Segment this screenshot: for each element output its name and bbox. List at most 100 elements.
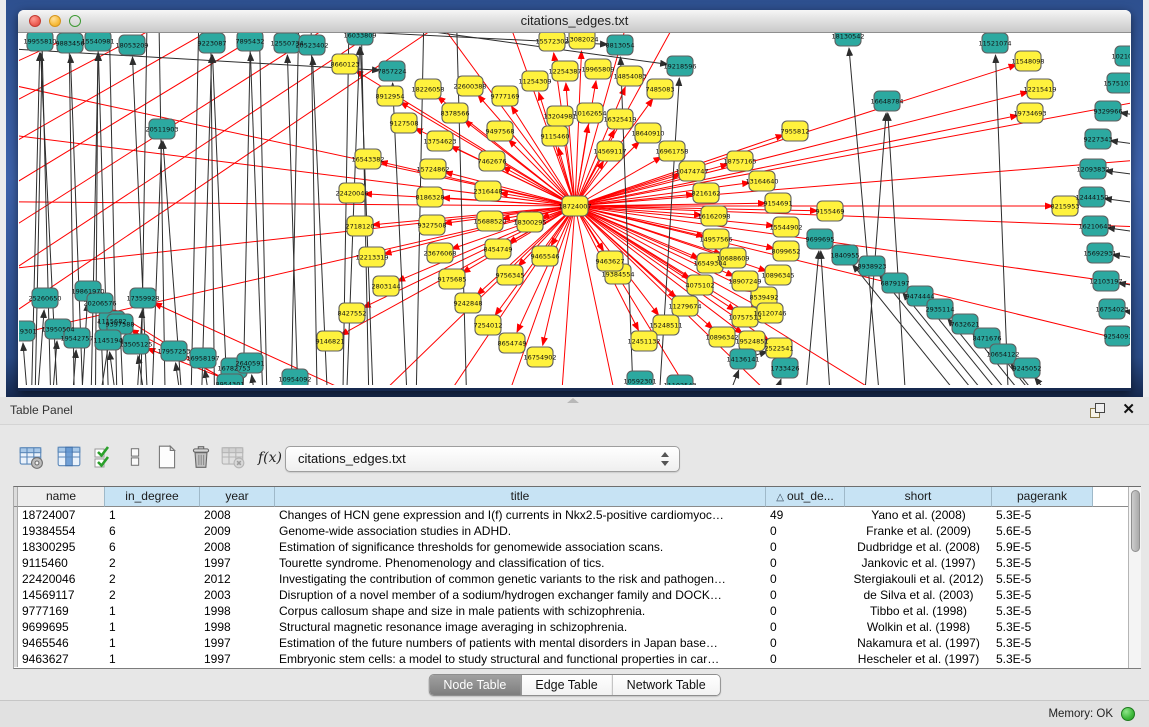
table-cell[interactable]: 5.3E-5 — [992, 507, 1093, 523]
network-edge[interactable] — [575, 81, 1130, 206]
table-cell[interactable]: Jankovic et al. (1997) — [845, 555, 992, 571]
table-cell[interactable]: Stergiakouli et al. (2012) — [845, 571, 992, 587]
table-cell[interactable]: 2 — [105, 587, 200, 603]
table-cell[interactable]: Dudbridge et al. (2008) — [845, 539, 992, 555]
table-cell[interactable]: 2 — [105, 555, 200, 571]
table-cell[interactable]: 1 — [105, 603, 200, 619]
table-cell[interactable]: 2003 — [200, 587, 275, 603]
table-cell[interactable]: 2008 — [200, 539, 275, 555]
table-row[interactable]: 1830029562008Estimation of significance … — [14, 539, 1141, 555]
tab-network-table[interactable]: Network Table — [613, 675, 720, 695]
network-edge[interactable] — [800, 251, 819, 385]
table-cell[interactable]: 0 — [766, 587, 845, 603]
close-window-button[interactable] — [29, 15, 41, 27]
table-cell[interactable]: de Silva et al. (2003) — [845, 587, 992, 603]
column-header-in_degree[interactable]: in_degree — [105, 487, 200, 507]
column-header-out_de[interactable]: △out_de... — [766, 487, 845, 507]
table-cell[interactable]: 1 — [105, 507, 200, 523]
network-edge[interactable] — [287, 55, 300, 385]
memory-ok-indicator[interactable] — [1121, 707, 1135, 721]
column-header-year[interactable]: year — [200, 487, 275, 507]
table-cell[interactable]: Wolkin et al. (1998) — [845, 619, 992, 635]
table-cell[interactable]: 1997 — [200, 635, 275, 651]
table-cell[interactable]: 5.3E-5 — [992, 555, 1093, 571]
table-cell[interactable]: 0 — [766, 651, 845, 667]
network-edge[interactable] — [290, 33, 300, 385]
table-cell[interactable]: 1997 — [200, 651, 275, 667]
select-all-button[interactable] — [90, 443, 120, 473]
table-cell[interactable]: 5.3E-5 — [992, 635, 1093, 651]
table-cell[interactable]: 14569117 — [18, 587, 105, 603]
network-edge[interactable] — [110, 352, 120, 385]
table-cell[interactable]: 0 — [766, 555, 845, 571]
table-cell[interactable]: Nakamura et al. (1997) — [845, 635, 992, 651]
zoom-window-button[interactable] — [69, 15, 81, 27]
unselect-all-button[interactable] — [120, 443, 150, 473]
table-cell[interactable]: 0 — [766, 539, 845, 555]
table-scrollbar[interactable] — [1128, 487, 1141, 668]
network-edge[interactable] — [242, 33, 252, 385]
table-cell[interactable]: Corpus callosum shape and size in male p… — [275, 603, 766, 619]
table-row[interactable]: 977716911998Corpus callosum shape and si… — [14, 603, 1141, 619]
network-edge[interactable] — [252, 375, 260, 385]
table-row[interactable]: 1456911722003Disruption of a novel membe… — [14, 587, 1141, 603]
table-cell[interactable]: 1 — [105, 651, 200, 667]
network-edge[interactable] — [575, 206, 1130, 231]
table-settings-button[interactable] — [16, 443, 46, 473]
table-cell[interactable]: 2012 — [200, 571, 275, 587]
network-edge[interactable] — [700, 370, 739, 385]
table-row[interactable]: 969969511998Structural magnetic resonanc… — [14, 619, 1141, 635]
function-builder-button[interactable]: f(x) — [252, 443, 288, 473]
network-edge[interactable] — [445, 172, 575, 206]
network-edge[interactable] — [1035, 377, 1130, 385]
network-edge[interactable] — [70, 350, 76, 385]
table-cell[interactable]: 5.3E-5 — [992, 603, 1093, 619]
minimize-window-button[interactable] — [49, 15, 61, 27]
column-header-short[interactable]: short — [845, 487, 992, 507]
table-cell[interactable]: 9115460 — [18, 555, 105, 571]
table-cell[interactable]: Franke et al. (2009) — [845, 523, 992, 539]
network-edge[interactable] — [745, 379, 781, 385]
table-cell[interactable]: 5.3E-5 — [992, 619, 1093, 635]
network-edge[interactable] — [213, 55, 231, 385]
table-cell[interactable]: 1998 — [200, 619, 275, 635]
table-cell[interactable]: 0 — [766, 603, 845, 619]
table-cell[interactable]: 1 — [105, 635, 200, 651]
table-cell[interactable]: 5.5E-5 — [992, 571, 1093, 587]
column-header-pagerank[interactable]: pagerank — [992, 487, 1093, 507]
table-row[interactable]: 1938455462009Genome-wide association stu… — [14, 523, 1141, 539]
network-edge[interactable] — [575, 206, 1130, 371]
delete-entries-button[interactable] — [186, 443, 216, 473]
network-canvas[interactable]: 1872400786601238912954182260589127508165… — [19, 33, 1130, 385]
table-cell[interactable]: Tourette syndrome. Phenomenology and cla… — [275, 555, 766, 571]
table-cell[interactable]: 2009 — [200, 523, 275, 539]
table-select-dropdown[interactable]: citations_edges.txt — [285, 446, 680, 472]
table-cell[interactable]: Hescheler et al. (1997) — [845, 651, 992, 667]
table-cell[interactable]: Embryonic stem cells: a model to study s… — [275, 651, 766, 667]
window-titlebar[interactable]: citations_edges.txt — [18, 10, 1131, 33]
table-cell[interactable]: Disruption of a novel member of a sodium… — [275, 587, 766, 603]
new-table-button[interactable] — [152, 443, 182, 473]
table-cell[interactable]: 18300295 — [18, 539, 105, 555]
network-edge[interactable] — [190, 33, 200, 385]
table-cell[interactable]: Investigating the contribution of common… — [275, 571, 766, 587]
table-cell[interactable]: Changes of HCN gene expression and I(f) … — [275, 507, 766, 523]
network-edge[interactable] — [1110, 141, 1130, 153]
table-row[interactable]: 911546021997Tourette syndrome. Phenomeno… — [14, 555, 1141, 571]
network-edge[interactable] — [23, 343, 30, 385]
column-header-title[interactable]: title — [275, 487, 766, 507]
table-cell[interactable]: 0 — [766, 619, 845, 635]
table-cell[interactable]: 6 — [105, 523, 200, 539]
table-cell[interactable]: 2008 — [200, 507, 275, 523]
table-cell[interactable]: Estimation of the future numbers of pati… — [275, 635, 766, 651]
table-cell[interactable]: 19384554 — [18, 523, 105, 539]
table-cell[interactable]: 6 — [105, 539, 200, 555]
table-cell[interactable]: 5.9E-5 — [992, 539, 1093, 555]
close-panel-icon[interactable]: ✕ — [1122, 400, 1135, 418]
table-cell[interactable]: 5.6E-5 — [992, 523, 1093, 539]
table-cell[interactable]: Tibbo et al. (1998) — [845, 603, 992, 619]
scrollbar-thumb[interactable] — [1131, 490, 1140, 552]
float-panel-icon[interactable] — [1090, 403, 1105, 417]
tab-node-table[interactable]: Node Table — [429, 675, 521, 695]
table-cell[interactable]: Structural magnetic resonance image aver… — [275, 619, 766, 635]
